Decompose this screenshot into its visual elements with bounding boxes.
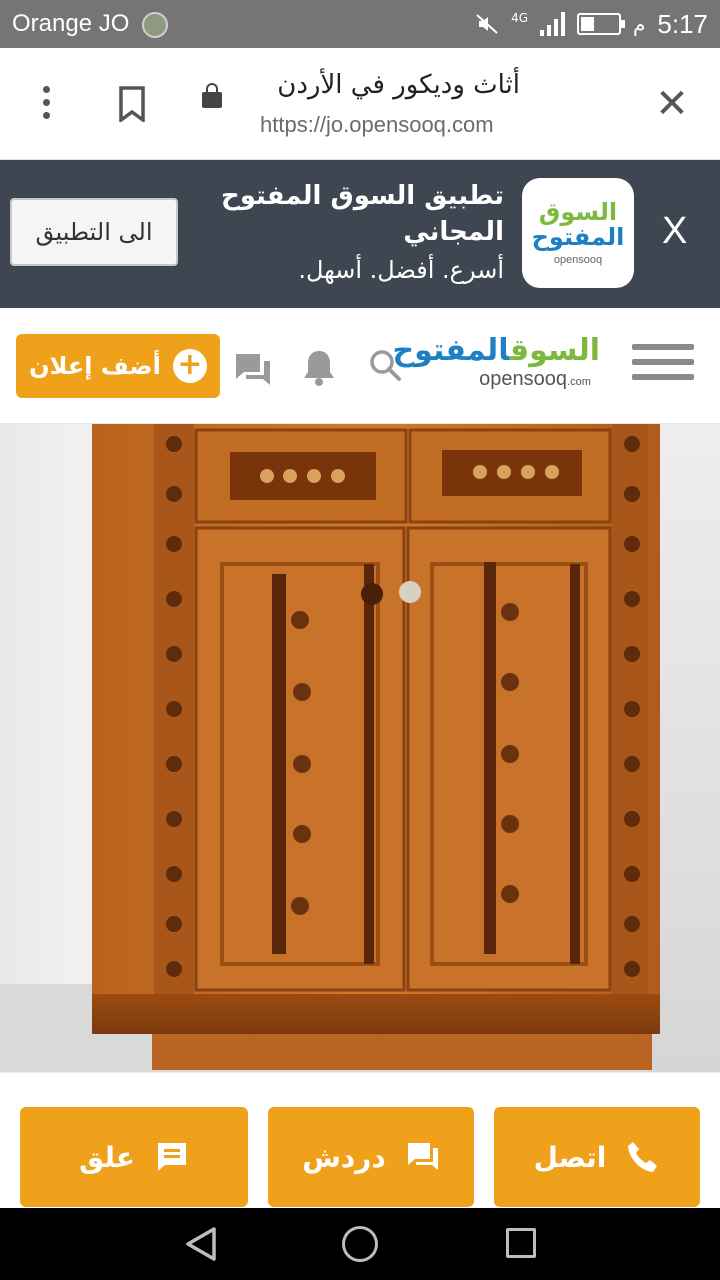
chat-label: دردش (302, 1140, 386, 1174)
time-ampm: م (633, 12, 646, 36)
banner-close-button[interactable]: X (662, 210, 687, 253)
battery-fill (581, 17, 594, 31)
page-title: أثاث وديكور في الأردن (277, 70, 520, 100)
search-icon[interactable] (368, 348, 402, 382)
close-icon[interactable]: ✕ (650, 84, 694, 128)
open-app-button[interactable]: الى التطبيق (10, 198, 178, 266)
menu-dots-icon[interactable] (38, 86, 54, 126)
chat-icon[interactable] (234, 352, 272, 388)
app-logo-line3: opensooq (553, 254, 603, 266)
app-logo: السوق المفتوح opensooq (522, 178, 634, 288)
lock-icon (202, 83, 222, 108)
status-bar: Orange JO 4G م 5:17 (0, 0, 720, 48)
app-promo-banner: X السوق المفتوح opensooq تطبيق السوق الم… (0, 160, 720, 308)
carrier-name: Orange JO (12, 10, 130, 37)
carrier-avatar-icon (142, 12, 168, 38)
app-banner-title: تطبيق السوق المفتوح المجاني (220, 181, 504, 247)
logo-en: opensooq (479, 368, 568, 390)
signal-icon (540, 12, 565, 36)
app-logo-line2: المفتوح (531, 223, 625, 251)
app-banner-subtitle: أسرع. أفضل. أسهل. (298, 256, 504, 284)
logo-ar-blue: المفتوح (392, 333, 510, 368)
site-header: السوقالمفتوح opensooq.com + أضف إعلان (0, 308, 720, 424)
mute-icon (476, 14, 498, 34)
browser-toolbar: أثاث وديكور في الأردن https://jo.opensoo… (0, 48, 720, 160)
bell-icon[interactable] (302, 348, 336, 388)
home-icon[interactable] (342, 1226, 378, 1262)
logo-en-suffix: .com (567, 376, 591, 388)
site-logo[interactable]: السوقالمفتوح opensooq.com (393, 333, 600, 400)
chat-button[interactable]: دردش (268, 1107, 474, 1207)
status-right: 4G م 5:17 (475, 8, 708, 40)
back-icon[interactable] (184, 1226, 218, 1262)
product-image[interactable] (0, 424, 720, 1072)
phone-icon (628, 1142, 658, 1172)
clock-time: 5:17 (657, 8, 708, 39)
comment-button[interactable]: علق (20, 1107, 248, 1207)
logo-ar-green: السوق (509, 333, 600, 368)
plus-circle-icon: + (172, 349, 207, 383)
cabinet-illustration (92, 424, 660, 1070)
network-type: 4G (511, 11, 528, 25)
page-url[interactable]: https://jo.opensooq.com (260, 112, 494, 138)
recent-apps-icon[interactable] (506, 1228, 536, 1258)
add-ad-label: أضف إعلان (29, 352, 161, 380)
call-label: اتصل (533, 1140, 607, 1174)
hamburger-menu-icon[interactable] (632, 344, 694, 388)
battery-icon (577, 13, 625, 35)
comment-icon (157, 1143, 186, 1171)
system-nav-bar (0, 1208, 720, 1280)
comment-label: علق (79, 1140, 135, 1174)
bookmark-icon[interactable] (118, 86, 146, 122)
app-logo-line1: السوق (538, 198, 618, 226)
bottom-actions: علق دردش اتصل (0, 1072, 720, 1208)
add-ad-button[interactable]: + أضف إعلان (16, 334, 220, 398)
call-button[interactable]: اتصل (494, 1107, 700, 1207)
chat-bubbles-icon (407, 1143, 438, 1170)
